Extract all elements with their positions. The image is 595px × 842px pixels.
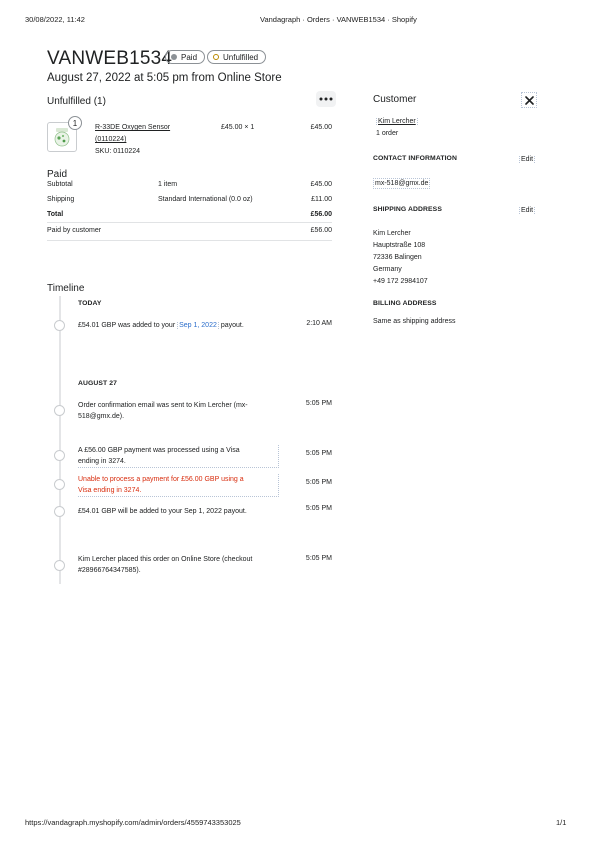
subtotal-detail: 1 item xyxy=(158,181,178,188)
paid-section-title: Paid xyxy=(47,169,68,180)
order-id: VANWEB1534 xyxy=(47,48,173,69)
timeline-event-payout-scheduled: £54.01 GBP will be added to your Sep 1, … xyxy=(78,508,247,515)
timeline-time: 5:05 PM xyxy=(305,450,332,457)
customer-email-link[interactable]: mx-518@gmx.de xyxy=(373,178,431,189)
timeline-time: 5:05 PM xyxy=(305,400,332,407)
timeline-event-confirmation-email: Order confirmation email was sent to Kim… xyxy=(78,402,248,420)
timeline-title: Timeline xyxy=(47,283,85,294)
address-line: Germany xyxy=(373,266,402,273)
close-icon[interactable] xyxy=(521,92,537,108)
paid-badge: Paid xyxy=(165,50,206,64)
customer-order-count: 1 order xyxy=(376,130,399,137)
timeline-dot xyxy=(54,506,65,517)
unfulfilled-dot-icon xyxy=(213,54,219,60)
timeline-dot xyxy=(54,320,65,331)
timeline-dot xyxy=(54,479,65,490)
timeline-day-today: TODAY xyxy=(78,300,102,307)
timeline-event-order-placed: Kim Lercher placed this order on Online … xyxy=(78,556,253,574)
product-sku: SKU: 0110224 xyxy=(95,148,141,155)
timeline-time: 5:05 PM xyxy=(305,479,332,486)
product-image xyxy=(54,128,70,147)
order-subtitle: August 27, 2022 at 5:05 pm from Online S… xyxy=(47,72,282,84)
timeline-dot xyxy=(54,405,65,416)
subtotal-amount: £45.00 xyxy=(310,181,332,188)
address-line: 72336 Balingen xyxy=(373,254,422,261)
customer-title: Customer xyxy=(373,94,417,105)
timeline-dot xyxy=(54,450,65,461)
timeline-time: 5:05 PM xyxy=(305,505,332,512)
subtotal-label: Subtotal xyxy=(47,181,73,188)
contact-edit-link[interactable]: Edit xyxy=(519,156,536,163)
timeline-line xyxy=(59,296,61,584)
divider xyxy=(47,222,332,223)
divider xyxy=(47,240,332,241)
address-line: Hauptstraße 108 xyxy=(373,242,426,249)
shipping-address-title: SHIPPING ADDRESS xyxy=(373,206,442,213)
print-url: https://vandagraph.myshopify.com/admin/o… xyxy=(25,818,241,827)
billing-address-title: BILLING ADDRESS xyxy=(373,300,437,307)
timeline-event-payment-failed[interactable]: Unable to process a payment for £56.00 G… xyxy=(78,474,279,497)
customer-name-link[interactable]: Kim Lercher xyxy=(376,118,418,125)
contact-info-title: CONTACT INFORMATION xyxy=(373,155,457,162)
timeline-event-payout-added: £54.01 GBP was added to your Sep 1, 2022… xyxy=(78,322,244,329)
shipping-detail: Standard International (0.0 oz) xyxy=(158,196,253,203)
shipping-edit-link[interactable]: Edit xyxy=(519,207,536,214)
billing-address-text: Same as shipping address xyxy=(373,318,456,325)
product-name-link-line2[interactable]: (0110224) xyxy=(95,136,126,143)
payout-date-link[interactable]: Sep 1, 2022 xyxy=(177,322,219,329)
timeline-time: 5:05 PM xyxy=(305,555,332,562)
shipping-label: Shipping xyxy=(47,196,75,203)
total-label: Total xyxy=(47,211,64,218)
total-amount: £56.00 xyxy=(310,211,332,218)
quantity-badge: 1 xyxy=(68,116,82,130)
paid-by-customer-label: Paid by customer xyxy=(47,227,102,234)
timeline-event-payment-processed[interactable]: A £56.00 GBP payment was processed using… xyxy=(78,445,279,468)
paid-dot-icon xyxy=(171,54,177,60)
timeline-dot xyxy=(54,560,65,571)
product-line-total: £45.00 xyxy=(310,124,332,131)
paid-by-customer-amount: £56.00 xyxy=(310,227,332,234)
address-line: Kim Lercher xyxy=(373,230,411,237)
paid-badge-label: Paid xyxy=(181,52,198,62)
print-datetime: 30/08/2022, 11:42 xyxy=(25,15,85,24)
ellipsis-icon[interactable] xyxy=(316,91,336,107)
unfulfilled-badge: Unfulfilled xyxy=(207,50,267,64)
timeline-time: 2:10 AM xyxy=(306,320,332,327)
product-price-qty: £45.00 × 1 xyxy=(221,124,255,131)
timeline-day-aug27: AUGUST 27 xyxy=(78,380,118,387)
print-page-count: 1/1 xyxy=(556,818,567,827)
print-page-title: Vandagraph · Orders · VANWEB1534 · Shopi… xyxy=(260,15,417,24)
shipping-address-block: Kim Lercher Hauptstraße 108 72336 Baling… xyxy=(373,228,428,288)
product-name-link[interactable]: R-33DE Oxygen Sensor xyxy=(95,124,170,131)
unfulfilled-title: Unfulfilled (1) xyxy=(47,96,106,107)
address-phone: +49 172 2984107 xyxy=(373,278,428,285)
unfulfilled-badge-label: Unfulfilled xyxy=(223,52,259,62)
shipping-amount: £11.00 xyxy=(311,196,332,203)
